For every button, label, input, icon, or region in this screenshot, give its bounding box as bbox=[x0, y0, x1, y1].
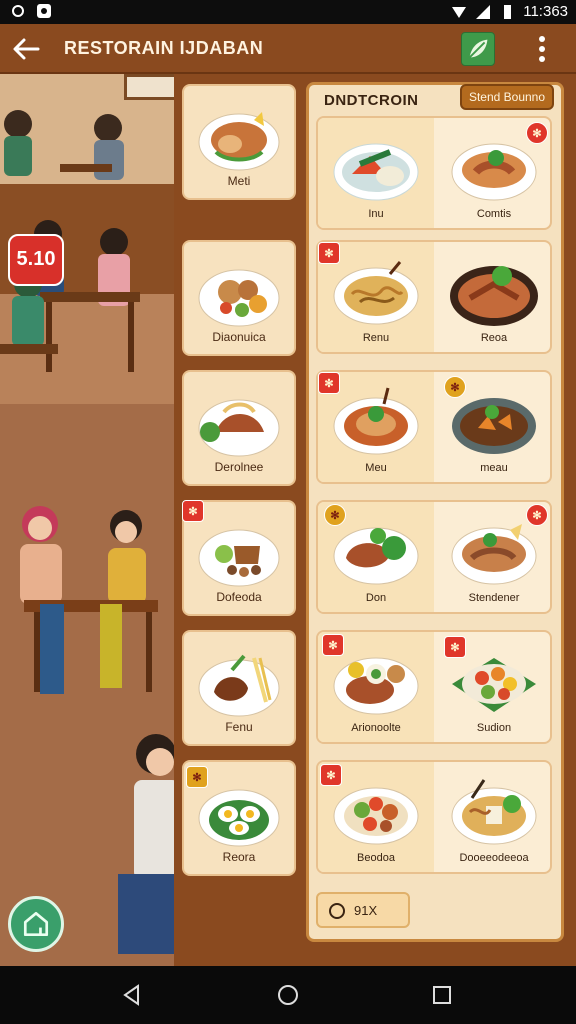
category-card[interactable]: Diaonuica bbox=[182, 240, 296, 356]
wifi-icon bbox=[452, 6, 467, 18]
menu-tag-icon: ✻ bbox=[444, 636, 466, 658]
menu-item-label: Sudion bbox=[476, 722, 512, 734]
food-plate-icon bbox=[198, 399, 280, 457]
menu-tag-icon: ✻ bbox=[318, 372, 340, 394]
menu-row: Don Stendener ✻ ✻ bbox=[316, 500, 552, 614]
app-bar: RESTORAIN IJDABAN bbox=[0, 24, 576, 74]
menu-tag-icon: ✻ bbox=[526, 122, 548, 144]
menu-filter-button[interactable]: Stend Bounno bbox=[460, 84, 554, 110]
settings-icon bbox=[12, 5, 24, 17]
app-icon bbox=[37, 4, 51, 18]
food-plate-icon bbox=[198, 789, 280, 847]
app-title: RESTORAIN IJDABAN bbox=[64, 38, 264, 58]
food-plate-icon bbox=[450, 266, 538, 326]
menu-title: DNDTCROIN bbox=[324, 92, 419, 109]
status-time: 11:363 bbox=[523, 3, 568, 20]
category-card[interactable]: Fenu bbox=[182, 630, 296, 746]
food-plate-icon bbox=[333, 787, 419, 845]
menu-row: Inu Comtis ✻ bbox=[316, 116, 552, 230]
food-plate-icon bbox=[333, 387, 419, 455]
category-label: Fenu bbox=[225, 720, 253, 734]
system-nav-bar bbox=[0, 966, 576, 1024]
menu-row: Meu meau ✻ ✻ bbox=[316, 370, 552, 484]
food-plate-icon bbox=[333, 261, 419, 325]
menu-item-label: Don bbox=[365, 592, 387, 604]
food-plate-icon bbox=[198, 112, 280, 171]
leaf-icon bbox=[467, 39, 488, 60]
status-bar: 11:363 bbox=[0, 0, 576, 24]
menu-item-label: Dooeeodeeoa bbox=[459, 852, 529, 864]
menu-item[interactable]: Dooeeodeeoa bbox=[436, 762, 552, 872]
menu-item-label: Stendener bbox=[468, 592, 520, 604]
menu-item-label: Arionoolte bbox=[351, 722, 401, 734]
category-label: Meti bbox=[227, 174, 251, 188]
menu-item-label: Comtis bbox=[476, 208, 512, 220]
food-plate-icon bbox=[451, 524, 537, 585]
menu-item-label: Renu bbox=[362, 332, 390, 344]
category-card[interactable]: Meti bbox=[182, 84, 296, 200]
arrow-left-icon[interactable] bbox=[12, 36, 40, 62]
menu-item-label: Inu bbox=[368, 208, 384, 220]
menu-tag-icon: ✻ bbox=[324, 504, 346, 526]
food-plate-icon bbox=[333, 527, 419, 585]
food-plate-icon bbox=[451, 779, 537, 845]
menu-tag-icon: ✻ bbox=[320, 764, 342, 786]
menu-tag-icon: ✻ bbox=[318, 242, 340, 264]
menu-item-label: Beodoa bbox=[357, 852, 395, 864]
leaf-action-button[interactable] bbox=[461, 32, 495, 66]
category-label: Diaonuica bbox=[212, 330, 266, 344]
menu-item[interactable]: Reoa bbox=[436, 242, 552, 352]
category-card[interactable]: Derolnee bbox=[182, 370, 296, 486]
menu-row: Arionoolte Sudion ✻ ✻ bbox=[316, 630, 552, 744]
home-circle-icon[interactable] bbox=[276, 983, 300, 1007]
menu-item[interactable]: Inu bbox=[318, 118, 434, 228]
more-vertical-icon[interactable] bbox=[530, 34, 554, 64]
diners-illustration bbox=[0, 110, 180, 954]
menu-search-chip[interactable]: 91X bbox=[316, 892, 410, 928]
search-circle-icon bbox=[329, 903, 345, 919]
category-label: Derolnee bbox=[214, 460, 264, 474]
food-plate-icon bbox=[198, 654, 280, 717]
search-chip-label: 91X bbox=[354, 903, 378, 918]
food-plate-icon bbox=[333, 143, 419, 201]
menu-row: Renu Reoa ✻ bbox=[316, 240, 552, 354]
menu-item-label: meau bbox=[480, 462, 508, 474]
food-plate-icon bbox=[451, 143, 537, 201]
promo-badge[interactable]: 5.10 bbox=[8, 234, 64, 286]
back-triangle-icon[interactable] bbox=[120, 983, 144, 1007]
home-outline-icon bbox=[23, 911, 49, 937]
recents-square-icon[interactable] bbox=[430, 983, 454, 1007]
menu-item-label: Reoa bbox=[480, 332, 508, 344]
category-label: Dofeoda bbox=[216, 590, 262, 604]
category-tag-icon: ✻ bbox=[186, 766, 208, 788]
signal-icon bbox=[476, 4, 491, 19]
category-label: Reora bbox=[222, 850, 256, 864]
menu-tag-icon: ✻ bbox=[322, 634, 344, 656]
restaurant-scene-illustration: 5.10 bbox=[0, 74, 180, 966]
home-fab-button[interactable] bbox=[8, 896, 64, 952]
food-plate-icon bbox=[198, 269, 280, 327]
food-plate-icon bbox=[333, 657, 419, 715]
category-tag-icon: ✻ bbox=[182, 500, 204, 522]
menu-tag-icon: ✻ bbox=[526, 504, 548, 526]
menu-tag-icon: ✻ bbox=[444, 376, 466, 398]
menu-item-label: Meu bbox=[365, 462, 387, 474]
battery-icon bbox=[504, 4, 512, 19]
food-plate-icon bbox=[198, 529, 280, 587]
menu-row: Beodoa Dooeeodeeoa ✻ bbox=[316, 760, 552, 874]
